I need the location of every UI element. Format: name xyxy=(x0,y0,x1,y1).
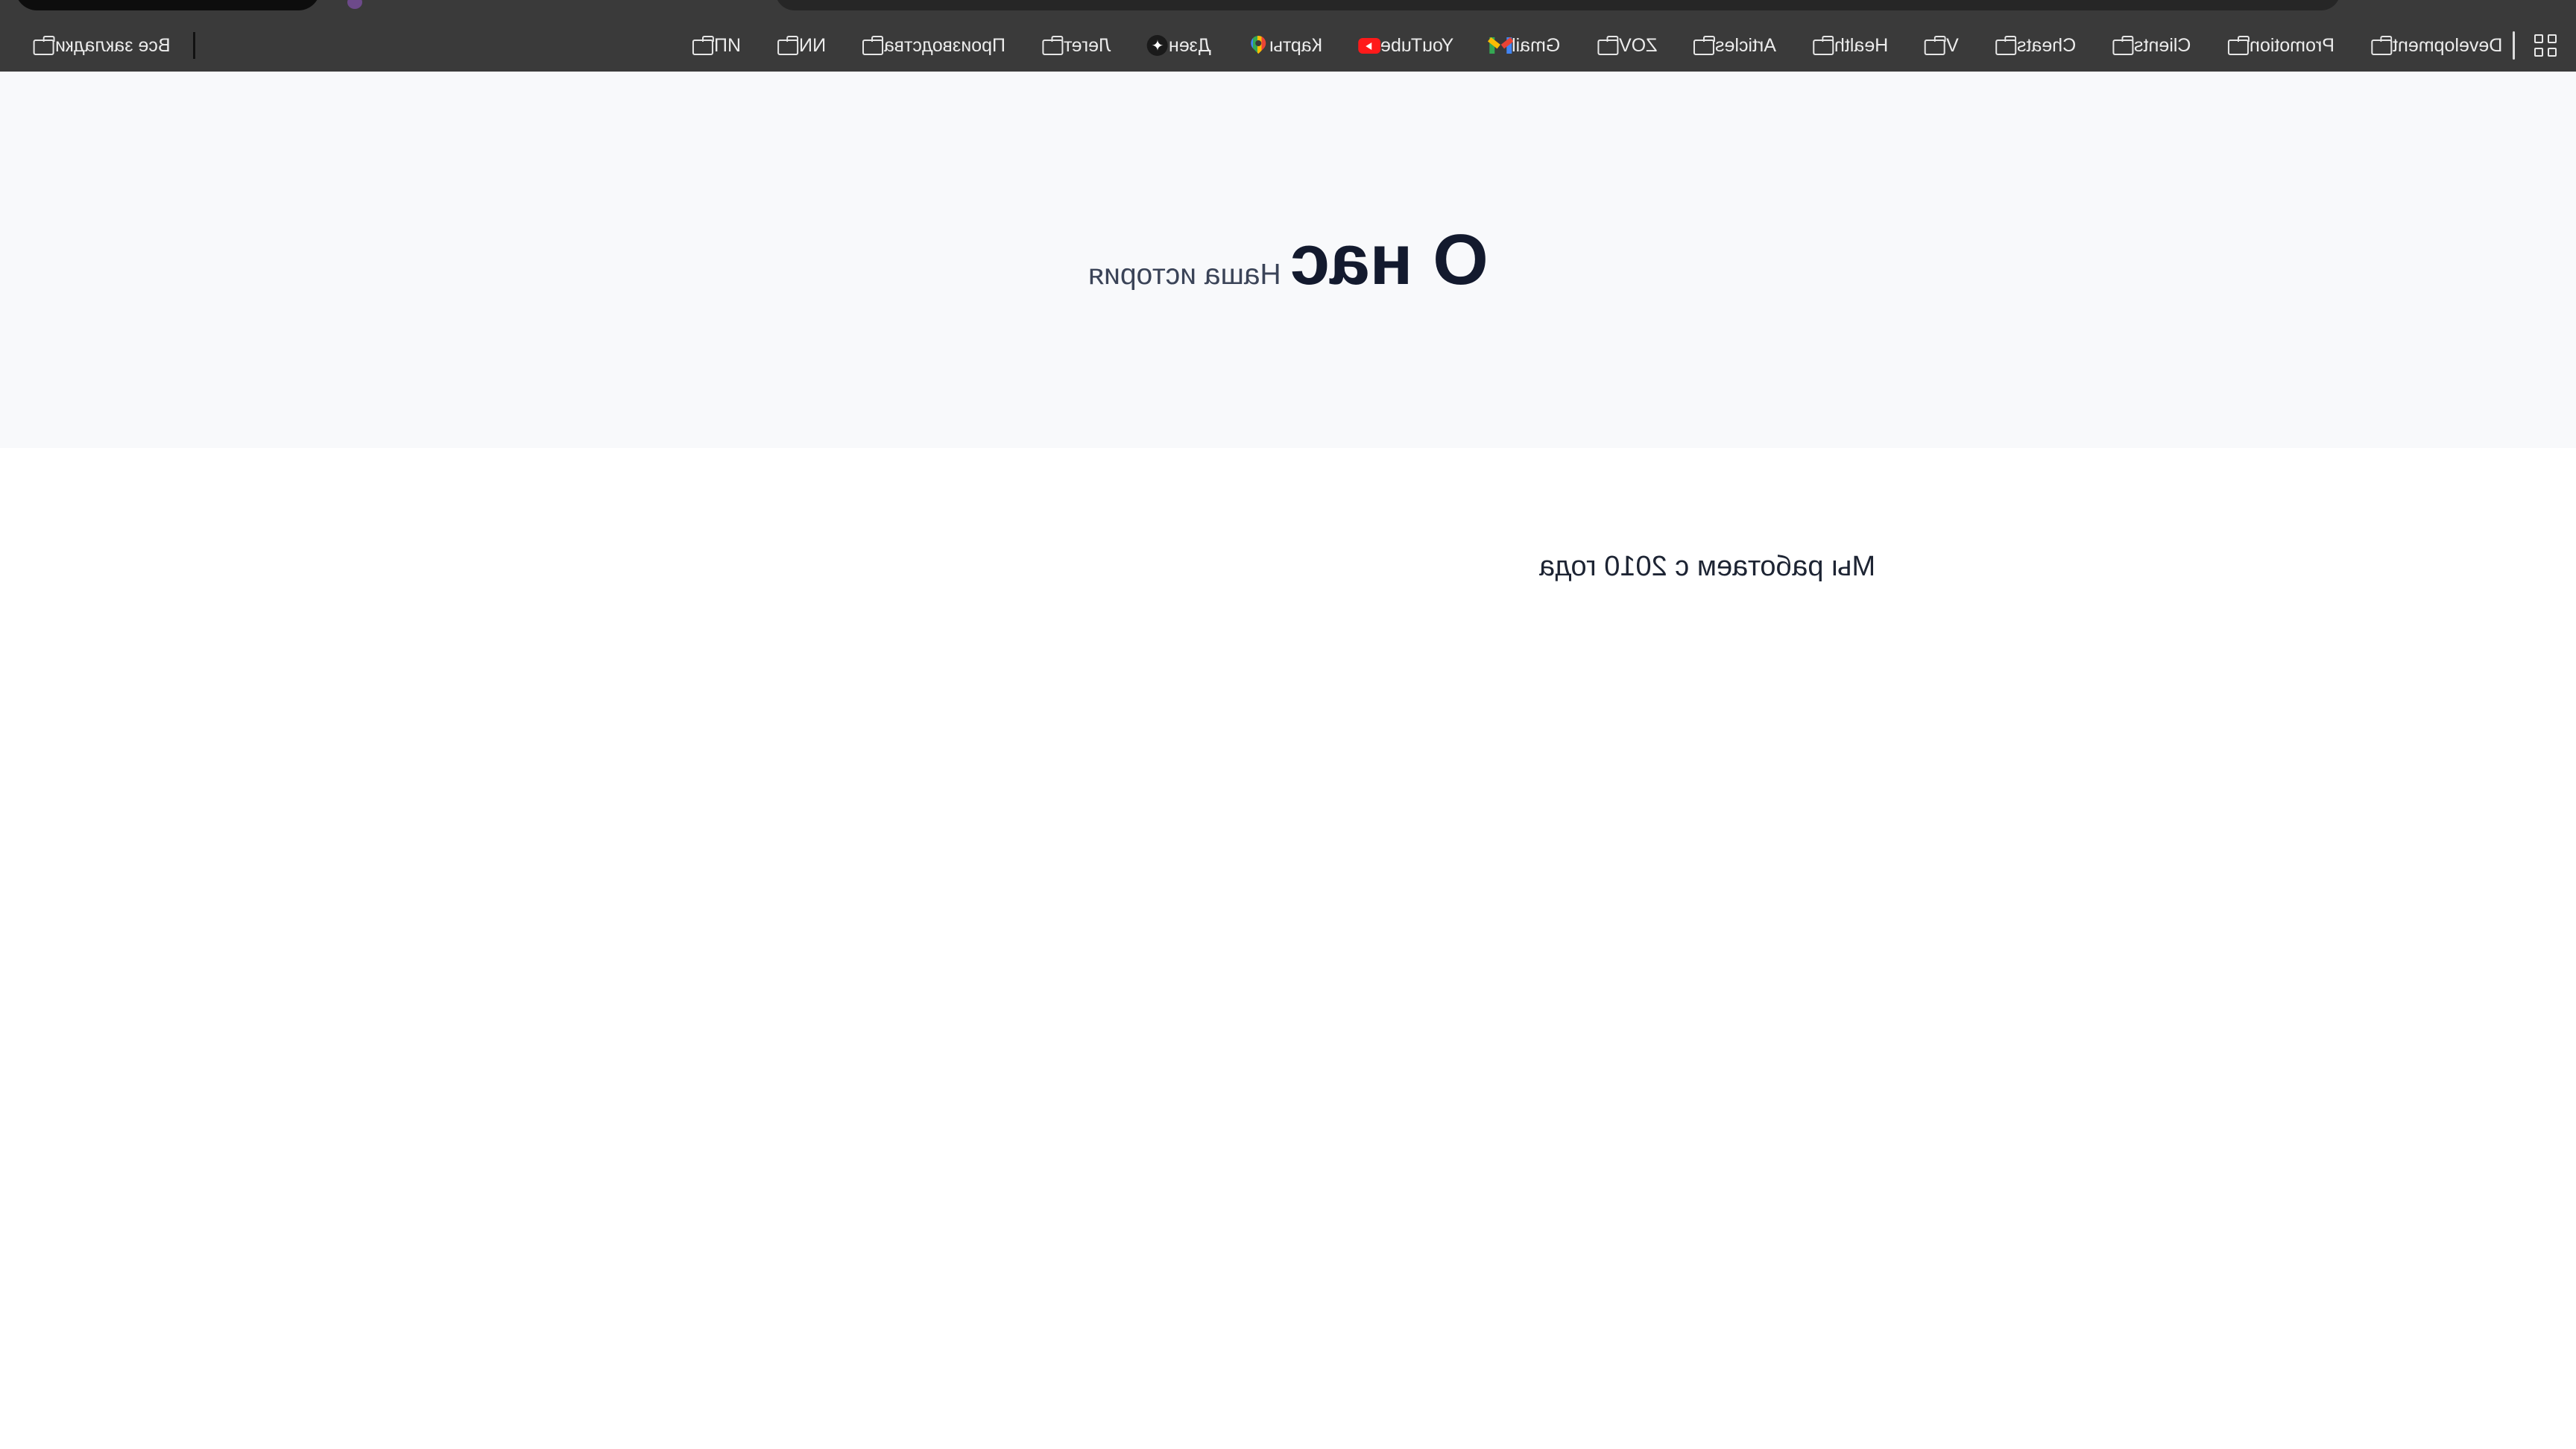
folder-icon xyxy=(777,34,799,57)
bookmark-label: Clients xyxy=(2134,34,2191,56)
bookmark-item[interactable]: Promotion xyxy=(2217,34,2334,57)
all-bookmarks-button[interactable]: Все закладки xyxy=(22,34,171,57)
bookmark-label: Development xyxy=(2392,34,2502,56)
bookmark-label: YouTube xyxy=(1380,34,1454,56)
folder-icon xyxy=(2112,34,2134,57)
maps-icon xyxy=(1247,32,1269,57)
bookmark-label: ZOV xyxy=(1618,34,1658,56)
bookmark-item[interactable]: Cheats xyxy=(1984,34,2076,57)
folder-icon xyxy=(1693,34,1715,57)
bookmark-item[interactable]: Легет xyxy=(1031,34,1111,57)
bookmark-label: Promotion xyxy=(2249,34,2334,56)
bookmark-label: Gmail xyxy=(1512,34,1561,56)
bookmark-item[interactable]: Development xyxy=(2360,34,2502,57)
folder-icon xyxy=(692,34,714,57)
bookmarks-bar: Development Promotion Clients Cheats V Health… xyxy=(0,27,2576,64)
browser-tab[interactable] xyxy=(15,0,321,10)
bookmark-item[interactable]: ZOV xyxy=(1586,34,1657,57)
bookmark-label: V xyxy=(1946,34,1960,56)
bookmark-item[interactable]: Gmail xyxy=(1479,34,1561,57)
folder-icon xyxy=(1924,34,1946,57)
bookmark-item[interactable]: V xyxy=(1913,34,1959,57)
folder-icon xyxy=(1995,34,2017,57)
folder-icon xyxy=(1041,34,1064,57)
bookmark-item[interactable]: YouTube xyxy=(1348,34,1453,57)
all-bookmarks-label: Все закладки xyxy=(55,34,171,56)
zen-icon xyxy=(1146,34,1169,57)
apps-grid-icon[interactable] xyxy=(2533,33,2558,58)
bookmark-label: Производства xyxy=(883,34,1006,56)
folder-icon xyxy=(2370,34,2393,57)
folder-icon xyxy=(2227,34,2250,57)
bookmark-label: Легет xyxy=(1063,34,1111,56)
bookmark-item[interactable]: Clients xyxy=(2101,34,2191,57)
gmail-icon xyxy=(1488,34,1514,57)
hero-section: О нас Наша история xyxy=(0,72,2576,448)
folder-icon xyxy=(33,34,55,57)
bookmark-item[interactable]: Производства xyxy=(851,34,1006,57)
folder-icon xyxy=(862,34,884,57)
bookmark-label: Карты xyxy=(1269,34,1323,56)
tab-favicon xyxy=(347,0,362,9)
hero-heading-group: О нас Наша история xyxy=(1087,219,1489,300)
bookmark-item[interactable]: Health xyxy=(1802,34,1888,57)
folder-icon xyxy=(1597,34,1619,57)
intro-text: Мы работаем с 2010 года xyxy=(1539,551,1876,582)
bookmark-label: ИП xyxy=(713,34,741,56)
all-bookmarks-separator xyxy=(192,32,195,59)
bookmark-label: Дзен xyxy=(1169,34,1211,56)
bookmark-item[interactable]: Карты xyxy=(1237,32,1323,57)
bookmark-label: Cheats xyxy=(2017,34,2077,56)
address-bar[interactable] xyxy=(775,0,2340,10)
page-title: О нас xyxy=(1289,219,1489,300)
youtube-icon xyxy=(1358,34,1381,57)
bookmark-item[interactable]: Дзен xyxy=(1136,34,1211,57)
bookmarks-separator xyxy=(2513,31,2515,60)
bookmark-label: NN xyxy=(798,34,826,56)
browser-chrome: Development Promotion Clients Cheats V Health… xyxy=(0,0,2576,72)
main-content: Мы работаем с 2010 года xyxy=(0,448,2576,1449)
bookmark-label: Articles xyxy=(1715,34,1777,56)
page-subtitle: Наша история xyxy=(1087,258,1281,291)
bookmark-label: Health xyxy=(1834,34,1889,56)
bookmark-item[interactable]: ИП xyxy=(681,34,741,57)
folder-icon xyxy=(1812,34,1834,57)
bookmark-item[interactable]: NN xyxy=(766,34,826,57)
bookmark-item[interactable]: Articles xyxy=(1682,34,1776,57)
